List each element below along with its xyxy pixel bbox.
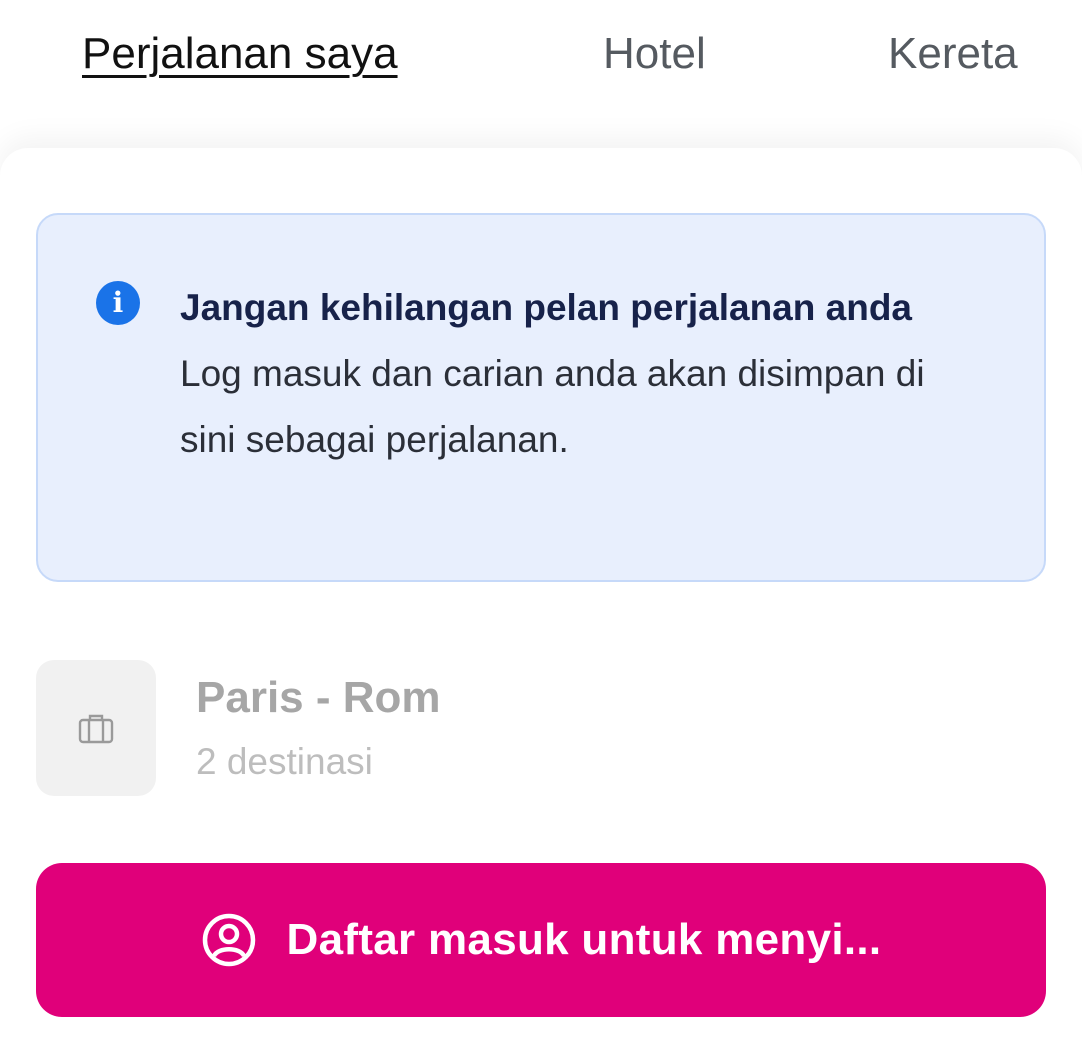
sign-in-label: Daftar masuk untuk menyi... [286,915,882,964]
info-body: Log masuk dan carian anda akan disimpan … [180,353,925,460]
info-icon: i [96,281,140,325]
trips-panel: i Jangan kehilangan pelan perjalanan and… [0,148,1082,1060]
tab-train[interactable]: Kereta [888,24,1018,84]
trip-thumbnail [36,660,156,796]
tab-hotel[interactable]: Hotel [603,24,706,84]
user-circle-icon [202,913,255,967]
trip-item[interactable]: Paris - Rom 2 destinasi [36,660,736,796]
tab-my-trips[interactable]: Perjalanan saya [82,24,398,84]
trip-destination-count: 2 destinasi [196,741,373,782]
briefcase-icon [78,714,114,744]
info-text: Jangan kehilangan pelan perjalanan anda … [180,275,940,473]
info-title: Jangan kehilangan pelan perjalanan anda [180,287,912,328]
top-tabs: Perjalanan saya Hotel Kereta [0,0,1082,120]
info-banner: i Jangan kehilangan pelan perjalanan and… [36,213,1046,582]
trip-title: Paris - Rom [196,673,441,722]
sign-in-button[interactable]: Daftar masuk untuk menyi... [36,863,1046,1017]
